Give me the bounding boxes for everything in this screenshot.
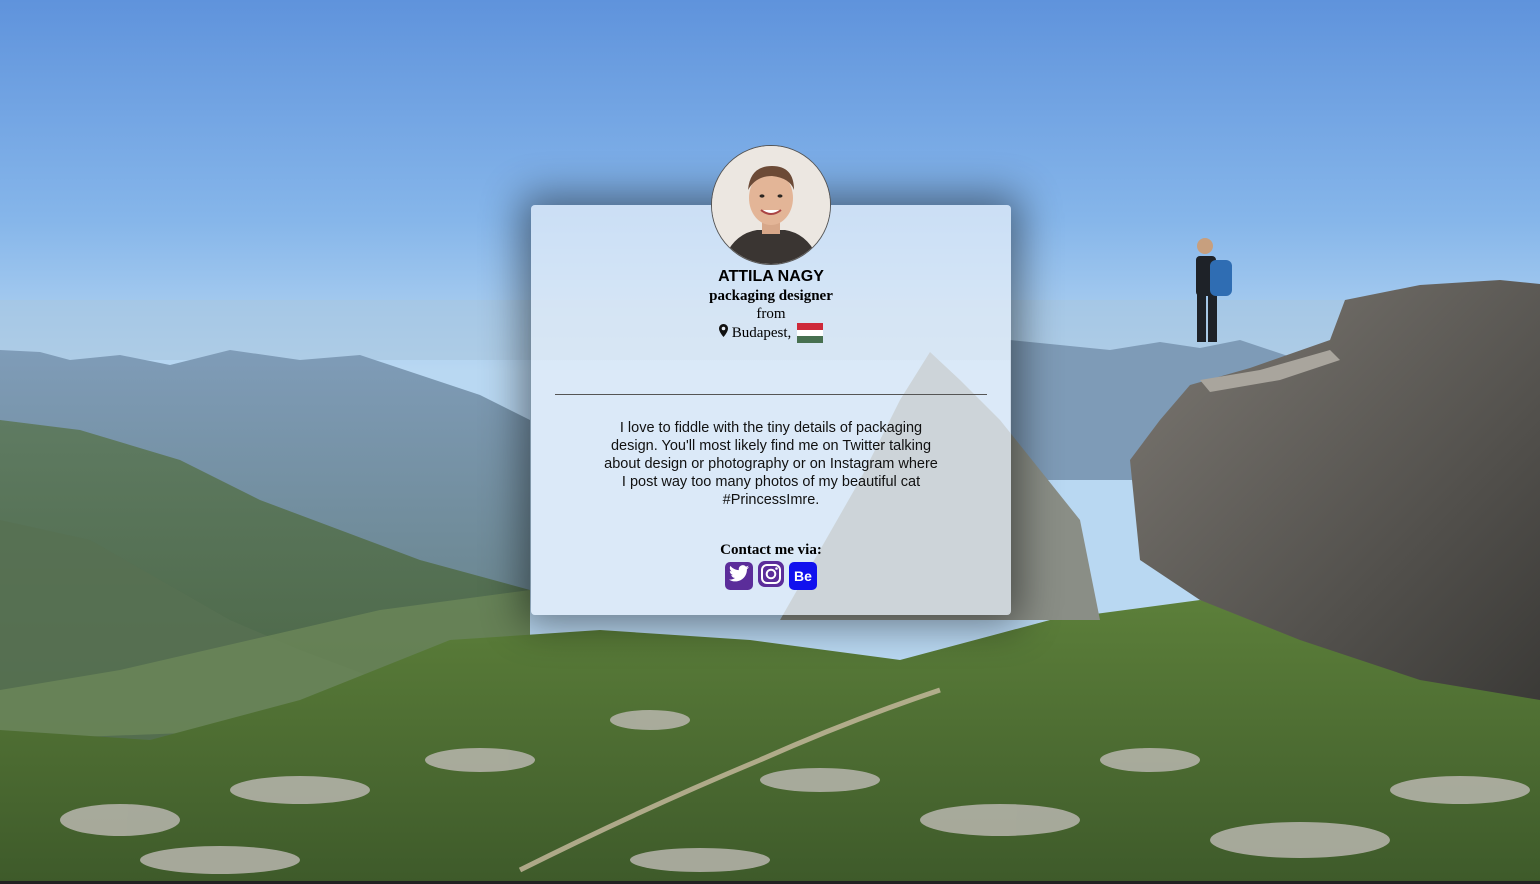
twitter-button[interactable] [725,562,753,590]
divider [555,394,987,395]
instagram-button[interactable] [757,560,785,593]
social-links: Be [531,560,1011,593]
hungary-flag-icon [797,323,824,343]
profile-card: ATTILA NAGY packaging designer from Buda… [531,145,1011,615]
from-label: from [756,306,786,322]
behance-button[interactable]: Be [789,562,817,590]
location: Budapest, [531,323,1011,343]
bio-text: I love to fiddle with the tiny details o… [604,420,938,508]
twitter-icon [729,565,749,587]
location-text: Budapest, [731,324,792,341]
profile-name: ATTILA NAGY [718,268,824,285]
avatar [711,145,831,265]
contact-label: Contact me via: [720,542,822,558]
profile-role: packaging designer [709,288,833,304]
map-marker-icon [718,324,728,342]
behance-icon: Be [794,568,812,584]
instagram-icon [757,560,785,593]
